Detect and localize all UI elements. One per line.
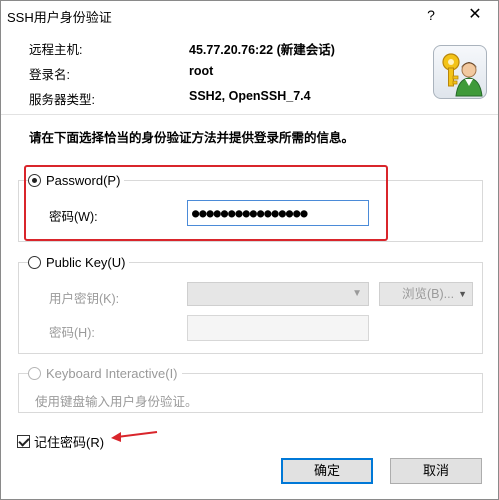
help-button[interactable]: ?	[409, 1, 453, 29]
key-password-label: 密码(H):	[49, 326, 95, 340]
server-type-label: 服务器类型:	[29, 93, 95, 107]
login-name-label: 登录名:	[29, 68, 70, 82]
user-key-dropdown[interactable]: ▼	[187, 282, 369, 306]
dropdown-caret-icon: ▼	[458, 289, 467, 299]
public-key-radio-label: Public Key(U)	[46, 255, 126, 270]
remember-password-label: 记住密码(R)	[34, 435, 105, 450]
annotation-highlight-box	[24, 165, 388, 241]
keyboard-interactive-radio[interactable]	[28, 367, 41, 380]
remember-password-row[interactable]: 记住密码(R)	[17, 432, 104, 451]
browse-button-label: 浏览(B)...	[402, 287, 455, 301]
server-type-value: SSH2, OpenSSH_7.4	[189, 89, 311, 103]
remember-password-checkbox[interactable]	[17, 435, 30, 448]
remote-host-label: 远程主机:	[29, 43, 83, 57]
key-user-icon	[433, 45, 487, 99]
instruction-text: 请在下面选择恰当的身份验证方法并提供登录所需的信息。	[29, 131, 355, 145]
annotation-arrow-icon	[111, 431, 158, 442]
public-key-radio[interactable]	[28, 256, 41, 269]
window-title: SSH用户身份验证	[7, 10, 112, 25]
public-key-radio-row[interactable]: Public Key(U)	[28, 255, 130, 270]
login-name-value: root	[189, 64, 214, 78]
chevron-down-icon: ▼	[352, 288, 362, 299]
ok-button[interactable]: 确定	[281, 458, 373, 484]
session-info-panel: 远程主机: 45.77.20.76:22 (新建会话) 登录名: root 服务…	[1, 29, 498, 115]
keyboard-interactive-description: 使用键盘输入用户身份验证。	[35, 395, 198, 409]
key-password-input[interactable]	[187, 315, 369, 341]
close-button[interactable]: ✕	[453, 1, 497, 29]
keyboard-interactive-radio-label: Keyboard Interactive(I)	[46, 366, 178, 381]
title-bar: SSH用户身份验证 ? ✕	[1, 1, 498, 29]
browse-button[interactable]: 浏览(B)... ▼	[379, 282, 473, 306]
keyboard-interactive-radio-row[interactable]: Keyboard Interactive(I)	[28, 366, 182, 381]
ssh-auth-dialog: SSH用户身份验证 ? ✕ 远程主机: 45.77.20.76:22 (新建会话…	[0, 0, 499, 500]
cancel-button[interactable]: 取消	[390, 458, 482, 484]
remote-host-value: 45.77.20.76:22 (新建会话)	[189, 43, 335, 57]
user-key-label: 用户密钥(K):	[49, 292, 120, 306]
